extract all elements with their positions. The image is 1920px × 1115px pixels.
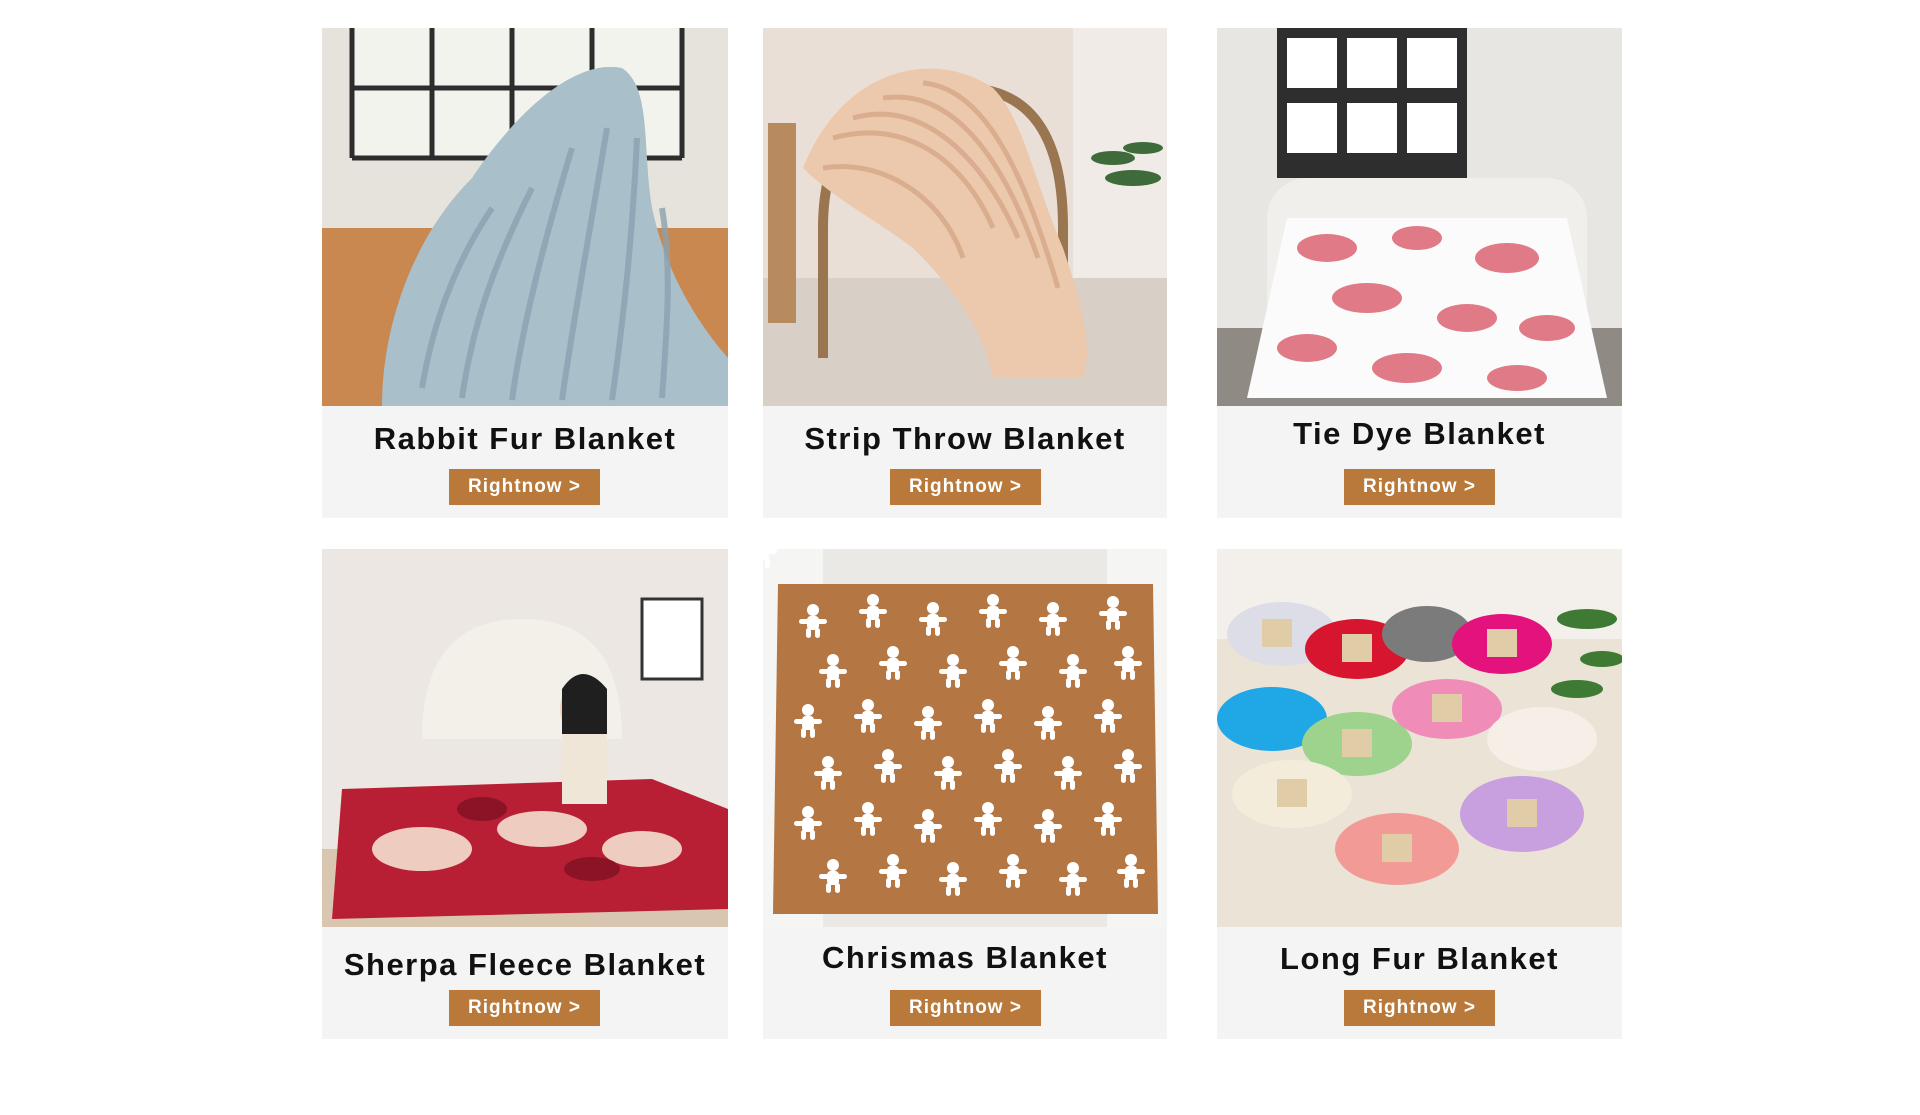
- product-card-strip-throw[interactable]: Strip Throw Blanket Rightnow >: [763, 28, 1167, 518]
- product-title: Rabbit Fur Blanket: [373, 421, 677, 456]
- product-title: Chrismas Blanket: [822, 940, 1108, 975]
- product-title: Sherpa Fleece Blanket: [343, 947, 707, 982]
- product-title: Long Fur Blanket: [1280, 941, 1559, 976]
- product-card-rabbit-fur[interactable]: Rabbit Fur Blanket Rightnow >: [322, 28, 728, 518]
- product-card-chrismas[interactable]: Chrismas Blanket Rightnow >: [763, 549, 1167, 1039]
- product-card-sherpa-fleece[interactable]: Sherpa Fleece Blanket Rightnow >: [322, 549, 728, 1039]
- product-title: Strip Throw Blanket: [804, 421, 1126, 456]
- beige-strip-throw-blanket-photo[interactable]: [763, 28, 1167, 406]
- product-title: Tie Dye Blanket: [1293, 416, 1546, 451]
- colorful-long-fur-blankets-photo[interactable]: [1217, 549, 1622, 927]
- rightnow-button[interactable]: Rightnow >: [1344, 990, 1495, 1026]
- red-sherpa-fleece-blanket-photo[interactable]: [322, 549, 728, 927]
- blue-rabbit-fur-blanket-photo[interactable]: [322, 28, 728, 406]
- rightnow-button[interactable]: Rightnow >: [449, 469, 600, 505]
- brown-gingerbread-blanket-photo[interactable]: [763, 549, 1167, 927]
- pink-tie-dye-blanket-photo[interactable]: [1217, 28, 1622, 406]
- product-card-long-fur[interactable]: Long Fur Blanket Rightnow >: [1217, 549, 1622, 1039]
- rightnow-button[interactable]: Rightnow >: [449, 990, 600, 1026]
- product-card-tie-dye[interactable]: Tie Dye Blanket Rightnow >: [1217, 28, 1622, 518]
- rightnow-button[interactable]: Rightnow >: [890, 990, 1041, 1026]
- rightnow-button[interactable]: Rightnow >: [1344, 469, 1495, 505]
- rightnow-button[interactable]: Rightnow >: [890, 469, 1041, 505]
